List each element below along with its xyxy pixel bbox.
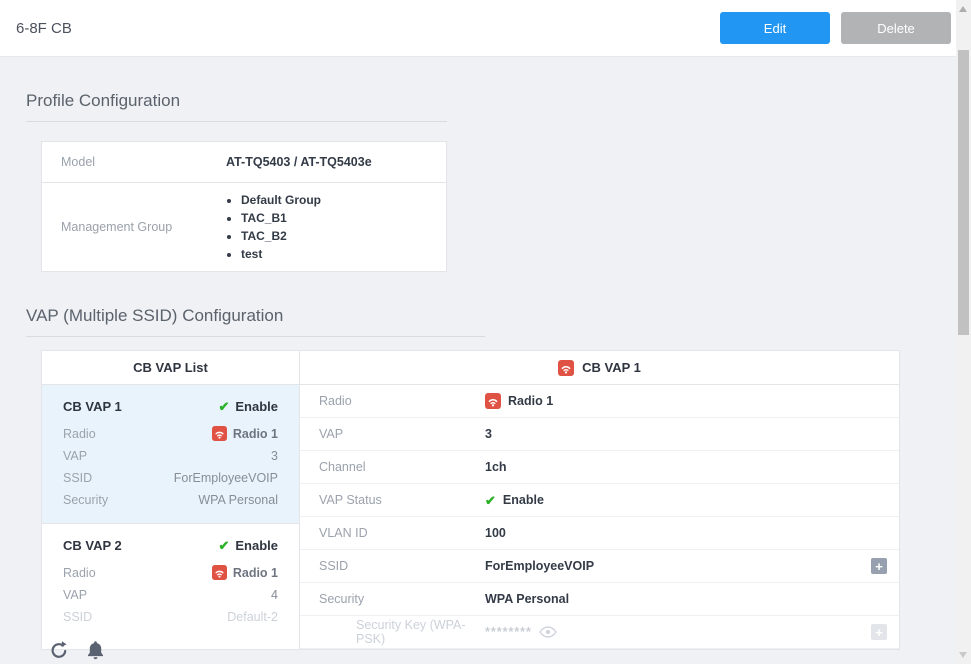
list-row-security: Security WPA Personal <box>63 489 278 511</box>
window-scrollbar[interactable] <box>956 0 971 664</box>
vap-list-item-2[interactable]: CB VAP 2 ✔ Enable Radio Radio 1 VAP 4 <box>42 523 299 640</box>
check-icon: ✔ <box>485 494 496 507</box>
management-group-value: Default Group TAC_B1 TAC_B2 test <box>226 183 321 271</box>
detail-row-value: Radio 1 <box>485 393 553 409</box>
list-row-label: VAP <box>63 588 87 602</box>
vap-section-heading: VAP (Multiple SSID) Configuration <box>26 306 945 336</box>
list-row-value: Radio 1 <box>212 426 278 441</box>
top-bar: 6-8F CB Edit Delete <box>0 0 971 57</box>
list-row-vap: VAP 4 <box>63 584 278 606</box>
profile-section-heading: Profile Configuration <box>26 91 945 121</box>
management-group-item: TAC_B2 <box>241 229 321 243</box>
model-label: Model <box>42 155 226 169</box>
list-row-radio: Radio Radio 1 <box>63 422 278 445</box>
detail-row-label: VAP Status <box>319 493 485 507</box>
detail-row-vlan-id: VLAN ID 100 <box>300 517 899 550</box>
list-row-ssid: SSID Default-2 <box>63 606 278 628</box>
vap-item-status: ✔ Enable <box>218 538 278 553</box>
vap-item-status-label: Enable <box>235 538 278 553</box>
management-group-item: TAC_B1 <box>241 211 321 225</box>
detail-row-value: 3 <box>485 427 492 441</box>
detail-row-value: WPA Personal <box>485 592 569 606</box>
vap-item-header: CB VAP 1 ✔ Enable <box>63 399 278 414</box>
vap-detail-panel: CB VAP 1 Radio Radio 1 VAP 3 Channel 1ch… <box>300 351 899 649</box>
detail-row-label: SSID <box>319 559 485 573</box>
detail-row-radio: Radio Radio 1 <box>300 385 899 418</box>
scrollbar-down-arrow-icon[interactable] <box>959 652 967 658</box>
scrollbar-up-arrow-icon[interactable] <box>959 6 967 12</box>
detail-row-value: ✔ Enable <box>485 493 544 507</box>
management-group-item: Default Group <box>241 193 321 207</box>
security-key-expand-button[interactable] <box>871 624 887 640</box>
notification-bell-icon[interactable] <box>86 639 105 661</box>
model-value: AT-TQ5403 / AT-TQ5403e <box>226 155 372 169</box>
detail-row-value: 1ch <box>485 460 507 474</box>
list-row-value: Radio 1 <box>212 565 278 580</box>
edit-button[interactable]: Edit <box>720 12 830 44</box>
vap-item-header: CB VAP 2 ✔ Enable <box>63 538 278 553</box>
ssid-expand-button[interactable] <box>871 558 887 574</box>
detail-row-value: 100 <box>485 526 506 540</box>
vap-list-panel: CB VAP List CB VAP 1 ✔ Enable Radio Radi… <box>42 351 300 649</box>
vap-list-header: CB VAP List <box>42 351 299 385</box>
vap-configuration-table: CB VAP List CB VAP 1 ✔ Enable Radio Radi… <box>41 350 900 650</box>
show-password-eye-icon[interactable] <box>539 626 557 638</box>
refresh-icon[interactable] <box>49 640 69 661</box>
profile-table: Model AT-TQ5403 / AT-TQ5403e Management … <box>41 141 447 272</box>
detail-row-value: ForEmployeeVOIP <box>485 559 594 573</box>
check-icon: ✔ <box>218 539 229 552</box>
radio-icon <box>212 565 227 580</box>
vap-heading-divider <box>26 336 485 337</box>
management-group-item: test <box>241 247 321 261</box>
delete-button[interactable]: Delete <box>841 12 951 44</box>
management-group-label: Management Group <box>42 220 226 234</box>
radio-icon <box>558 360 574 376</box>
vap-list-item-1[interactable]: CB VAP 1 ✔ Enable Radio Radio 1 VAP 3 <box>42 385 299 523</box>
detail-row-channel: Channel 1ch <box>300 451 899 484</box>
list-row-value: ForEmployeeVOIP <box>174 471 278 485</box>
vap-item-status: ✔ Enable <box>218 399 278 414</box>
detail-row-ssid: SSID ForEmployeeVOIP <box>300 550 899 583</box>
detail-row-label: VAP <box>319 427 485 441</box>
list-row-ssid: SSID ForEmployeeVOIP <box>63 467 278 489</box>
detail-row-label: VLAN ID <box>319 526 485 540</box>
detail-row-label: Radio <box>319 394 485 408</box>
detail-row-label: Security Key (WPA-PSK) <box>319 618 485 646</box>
model-row: Model AT-TQ5403 / AT-TQ5403e <box>42 142 446 182</box>
list-row-label: Radio <box>63 427 96 441</box>
management-group-row: Management Group Default Group TAC_B1 TA… <box>42 182 446 271</box>
list-row-value: 4 <box>271 588 278 602</box>
scrollbar-thumb[interactable] <box>958 50 969 335</box>
list-row-value: 3 <box>271 449 278 463</box>
list-row-label: SSID <box>63 610 92 624</box>
list-row-value: WPA Personal <box>198 493 278 507</box>
detail-row-value: ******** <box>485 625 557 639</box>
detail-row-vap: VAP 3 <box>300 418 899 451</box>
footer-icon-bar <box>49 639 105 661</box>
detail-row-vap-status: VAP Status ✔ Enable <box>300 484 899 517</box>
list-row-label: VAP <box>63 449 87 463</box>
detail-row-label: Channel <box>319 460 485 474</box>
vap-detail-title: CB VAP 1 <box>582 360 641 375</box>
detail-row-security-key: Security Key (WPA-PSK) ******** <box>300 616 899 649</box>
vap-item-status-label: Enable <box>235 399 278 414</box>
list-row-label: SSID <box>63 471 92 485</box>
vap-detail-header: CB VAP 1 <box>300 351 899 385</box>
list-row-label: Radio <box>63 566 96 580</box>
list-row-radio: Radio Radio 1 <box>63 561 278 584</box>
detail-row-label: Security <box>319 592 485 606</box>
list-row-label: Security <box>63 493 108 507</box>
check-icon: ✔ <box>218 400 229 413</box>
radio-icon <box>485 393 501 409</box>
main-content: Profile Configuration Model AT-TQ5403 / … <box>0 91 971 650</box>
list-row-vap: VAP 3 <box>63 445 278 467</box>
management-group-list: Default Group TAC_B1 TAC_B2 test <box>226 193 321 261</box>
detail-row-security: Security WPA Personal <box>300 583 899 616</box>
profile-heading-divider <box>26 121 447 122</box>
list-row-value: Default-2 <box>227 610 278 624</box>
vap-item-name: CB VAP 1 <box>63 399 122 414</box>
vap-item-name: CB VAP 2 <box>63 538 122 553</box>
page-title: 6-8F CB <box>16 20 72 37</box>
radio-icon <box>212 426 227 441</box>
